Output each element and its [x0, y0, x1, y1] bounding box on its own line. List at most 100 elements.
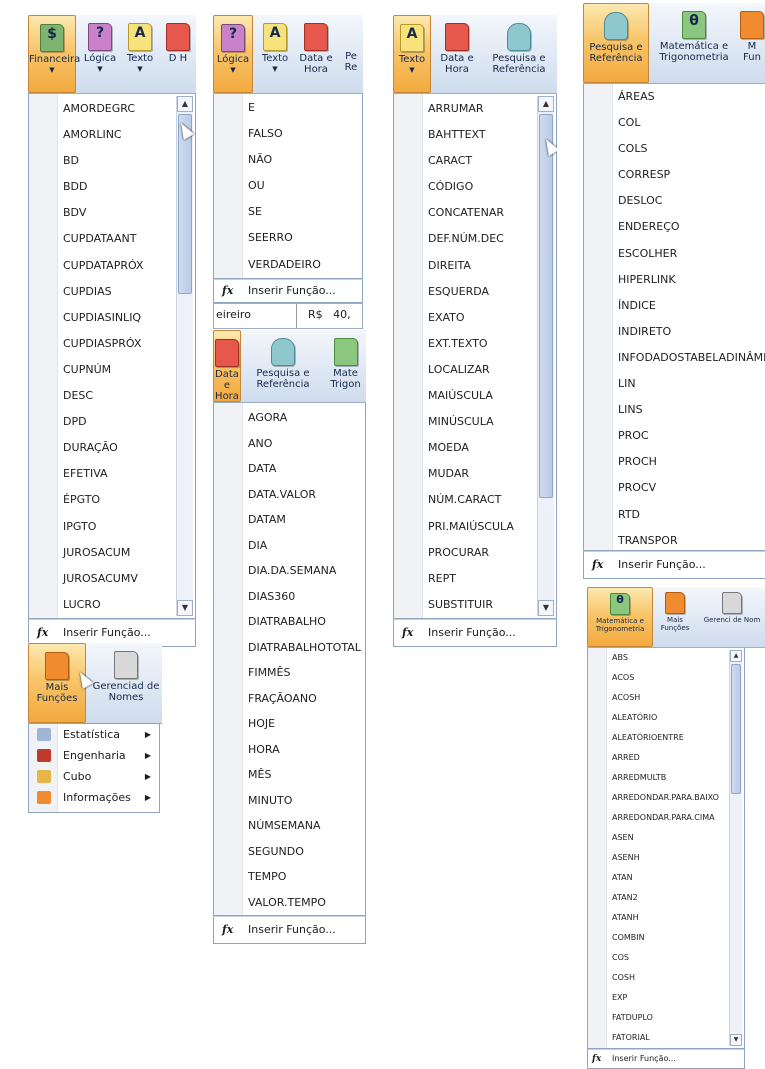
list-item[interactable]: DATA.VALOR: [214, 482, 365, 508]
list-item[interactable]: NÚMSEMANA: [214, 813, 365, 839]
list-item[interactable]: LIN: [584, 371, 765, 397]
list-item[interactable]: LINS: [584, 397, 765, 423]
list-item[interactable]: VERDADEIRO: [214, 252, 362, 278]
scroll-thumb[interactable]: [539, 114, 553, 498]
list-item[interactable]: EXATO: [394, 305, 556, 331]
tab-data-hora[interactable]: Data e Hora: [295, 15, 337, 93]
list-item[interactable]: MINÚSCULA: [394, 409, 556, 435]
list-item[interactable]: HORA: [214, 737, 365, 763]
scroll-up-arrow-icon[interactable]: ▲: [730, 650, 742, 662]
tab-mais-funcoes[interactable]: Mais Funções: [28, 643, 86, 723]
list-item[interactable]: CÓDIGO: [394, 174, 556, 200]
scroll-down-arrow-icon[interactable]: ▼: [177, 600, 193, 616]
list-item[interactable]: DATA: [214, 456, 365, 482]
list-item[interactable]: CUPDIASPRÓX: [29, 331, 195, 357]
list-item[interactable]: CARACT: [394, 148, 556, 174]
tab-texto[interactable]: A Texto ▼: [122, 15, 158, 93]
list-item[interactable]: E: [214, 95, 362, 121]
list-item[interactable]: ALEATÓRIOENTRE: [588, 728, 744, 748]
cell-value[interactable]: R$ 40,: [308, 304, 351, 326]
list-item[interactable]: VALOR.TEMPO: [214, 890, 365, 916]
list-item[interactable]: ARREDONDAR.PARA.CIMA: [588, 808, 744, 828]
list-item[interactable]: DURAÇÃO: [29, 435, 195, 461]
tab-texto[interactable]: A Texto ▼: [393, 15, 431, 93]
tab-pesquisa-partial[interactable]: Pe Re: [339, 15, 363, 93]
list-item[interactable]: DPD: [29, 409, 195, 435]
tab-texto[interactable]: A Texto ▼: [257, 15, 293, 93]
list-item[interactable]: MAIÚSCULA: [394, 383, 556, 409]
tab-financeira[interactable]: $ Financeira ▼: [28, 15, 80, 93]
list-item[interactable]: ESQUERDA: [394, 279, 556, 305]
list-item[interactable]: NÃO: [214, 147, 362, 173]
list-item[interactable]: CUPDIASINLIQ: [29, 305, 195, 331]
list-item[interactable]: ANO: [214, 431, 365, 457]
list-item[interactable]: ACOSH: [588, 688, 744, 708]
list-item[interactable]: ASENH: [588, 848, 744, 868]
list-item[interactable]: AGORA: [214, 405, 365, 431]
list-item[interactable]: DIAS360: [214, 584, 365, 610]
list-item[interactable]: DESLOC: [584, 188, 765, 214]
list-item[interactable]: ÍNDICE: [584, 293, 765, 319]
scrollbar[interactable]: ▲ ▼: [729, 650, 742, 1046]
tab-pesquisa-referencia[interactable]: Pesquisa e Referência: [481, 15, 557, 93]
list-item[interactable]: INDIRETO: [584, 319, 765, 345]
list-item[interactable]: ÁREAS: [584, 84, 765, 110]
list-item[interactable]: SEGUNDO: [214, 839, 365, 865]
list-item[interactable]: BD: [29, 148, 195, 174]
list-item[interactable]: PROC: [584, 423, 765, 449]
list-item[interactable]: NÚM.CARACT: [394, 487, 556, 513]
list-item[interactable]: CORRESP: [584, 162, 765, 188]
list-item[interactable]: SEERRO: [214, 225, 362, 251]
list-item[interactable]: JUROSACUM: [29, 540, 195, 566]
list-item[interactable]: DIATRABALHOTOTAL: [214, 635, 365, 661]
insert-function-button[interactable]: fx Inserir Função...: [583, 551, 765, 579]
tab-pesquisa-referencia[interactable]: Pesquisa e Referência: [583, 3, 649, 83]
list-item[interactable]: PROCURAR: [394, 540, 556, 566]
scrollbar[interactable]: ▲ ▼: [176, 96, 193, 616]
list-item[interactable]: ATAN: [588, 868, 744, 888]
list-item[interactable]: AMORDEGRC: [29, 96, 195, 122]
list-item[interactable]: ACOS: [588, 668, 744, 688]
scroll-thumb[interactable]: [178, 114, 192, 294]
tab-matematica-trigonometria[interactable]: θ Matemática e Trigonometria: [651, 3, 737, 81]
list-item[interactable]: ALEATÓRIO: [588, 708, 744, 728]
list-item[interactable]: ABS: [588, 648, 744, 668]
tab-gerenciador-nomes[interactable]: Gerenciad de Nomes: [90, 643, 162, 721]
list-item[interactable]: SE: [214, 199, 362, 225]
list-item[interactable]: DIREITA: [394, 253, 556, 279]
list-item[interactable]: DESC: [29, 383, 195, 409]
list-item[interactable]: CUPDIAS: [29, 279, 195, 305]
tab-pesquisa-referencia[interactable]: Pesquisa e Referência: [243, 330, 323, 408]
list-item[interactable]: ESCOLHER: [584, 241, 765, 267]
tab-data-hora[interactable]: Data e Hora: [435, 15, 479, 93]
list-item[interactable]: CUPDATAANT: [29, 226, 195, 252]
list-item[interactable]: BDV: [29, 200, 195, 226]
tab-matematica-trigonometria[interactable]: θ Matemática e Trigonometria: [587, 587, 653, 647]
list-item[interactable]: INFODADOSTABELADINÂMI: [584, 345, 765, 371]
list-item[interactable]: EFETIVA: [29, 461, 195, 487]
scroll-up-arrow-icon[interactable]: ▲: [177, 96, 193, 112]
list-item[interactable]: COLS: [584, 136, 765, 162]
list-item[interactable]: LUCRO: [29, 592, 195, 618]
list-item[interactable]: DIATRABALHO: [214, 609, 365, 635]
list-item[interactable]: LOCALIZAR: [394, 357, 556, 383]
insert-function-button[interactable]: fx Inserir Função...: [213, 916, 366, 944]
menu-item-engenharia[interactable]: Engenharia ▶: [29, 745, 159, 766]
list-item[interactable]: SUBSTITUIR: [394, 592, 556, 618]
tab-data-hora[interactable]: Data e Hora: [213, 330, 241, 402]
list-item[interactable]: DATAM: [214, 507, 365, 533]
menu-item-estatistica[interactable]: Estatística ▶: [29, 724, 159, 745]
list-item[interactable]: PROCH: [584, 449, 765, 475]
list-item[interactable]: FIMMÊS: [214, 660, 365, 686]
list-item[interactable]: JUROSACUMV: [29, 566, 195, 592]
tab-mais-funcoes-partial[interactable]: M Fun: [739, 3, 765, 81]
cell-text[interactable]: eireiro: [216, 304, 251, 326]
list-item[interactable]: REPT: [394, 566, 556, 592]
tab-gerenciador-partial[interactable]: Gerenci de Nom: [699, 587, 765, 647]
list-item[interactable]: MUDAR: [394, 461, 556, 487]
list-item[interactable]: ATANH: [588, 908, 744, 928]
list-item[interactable]: AMORLINC: [29, 122, 195, 148]
list-item[interactable]: COSH: [588, 968, 744, 988]
list-item[interactable]: IPGTO: [29, 514, 195, 540]
scroll-thumb[interactable]: [731, 664, 741, 794]
